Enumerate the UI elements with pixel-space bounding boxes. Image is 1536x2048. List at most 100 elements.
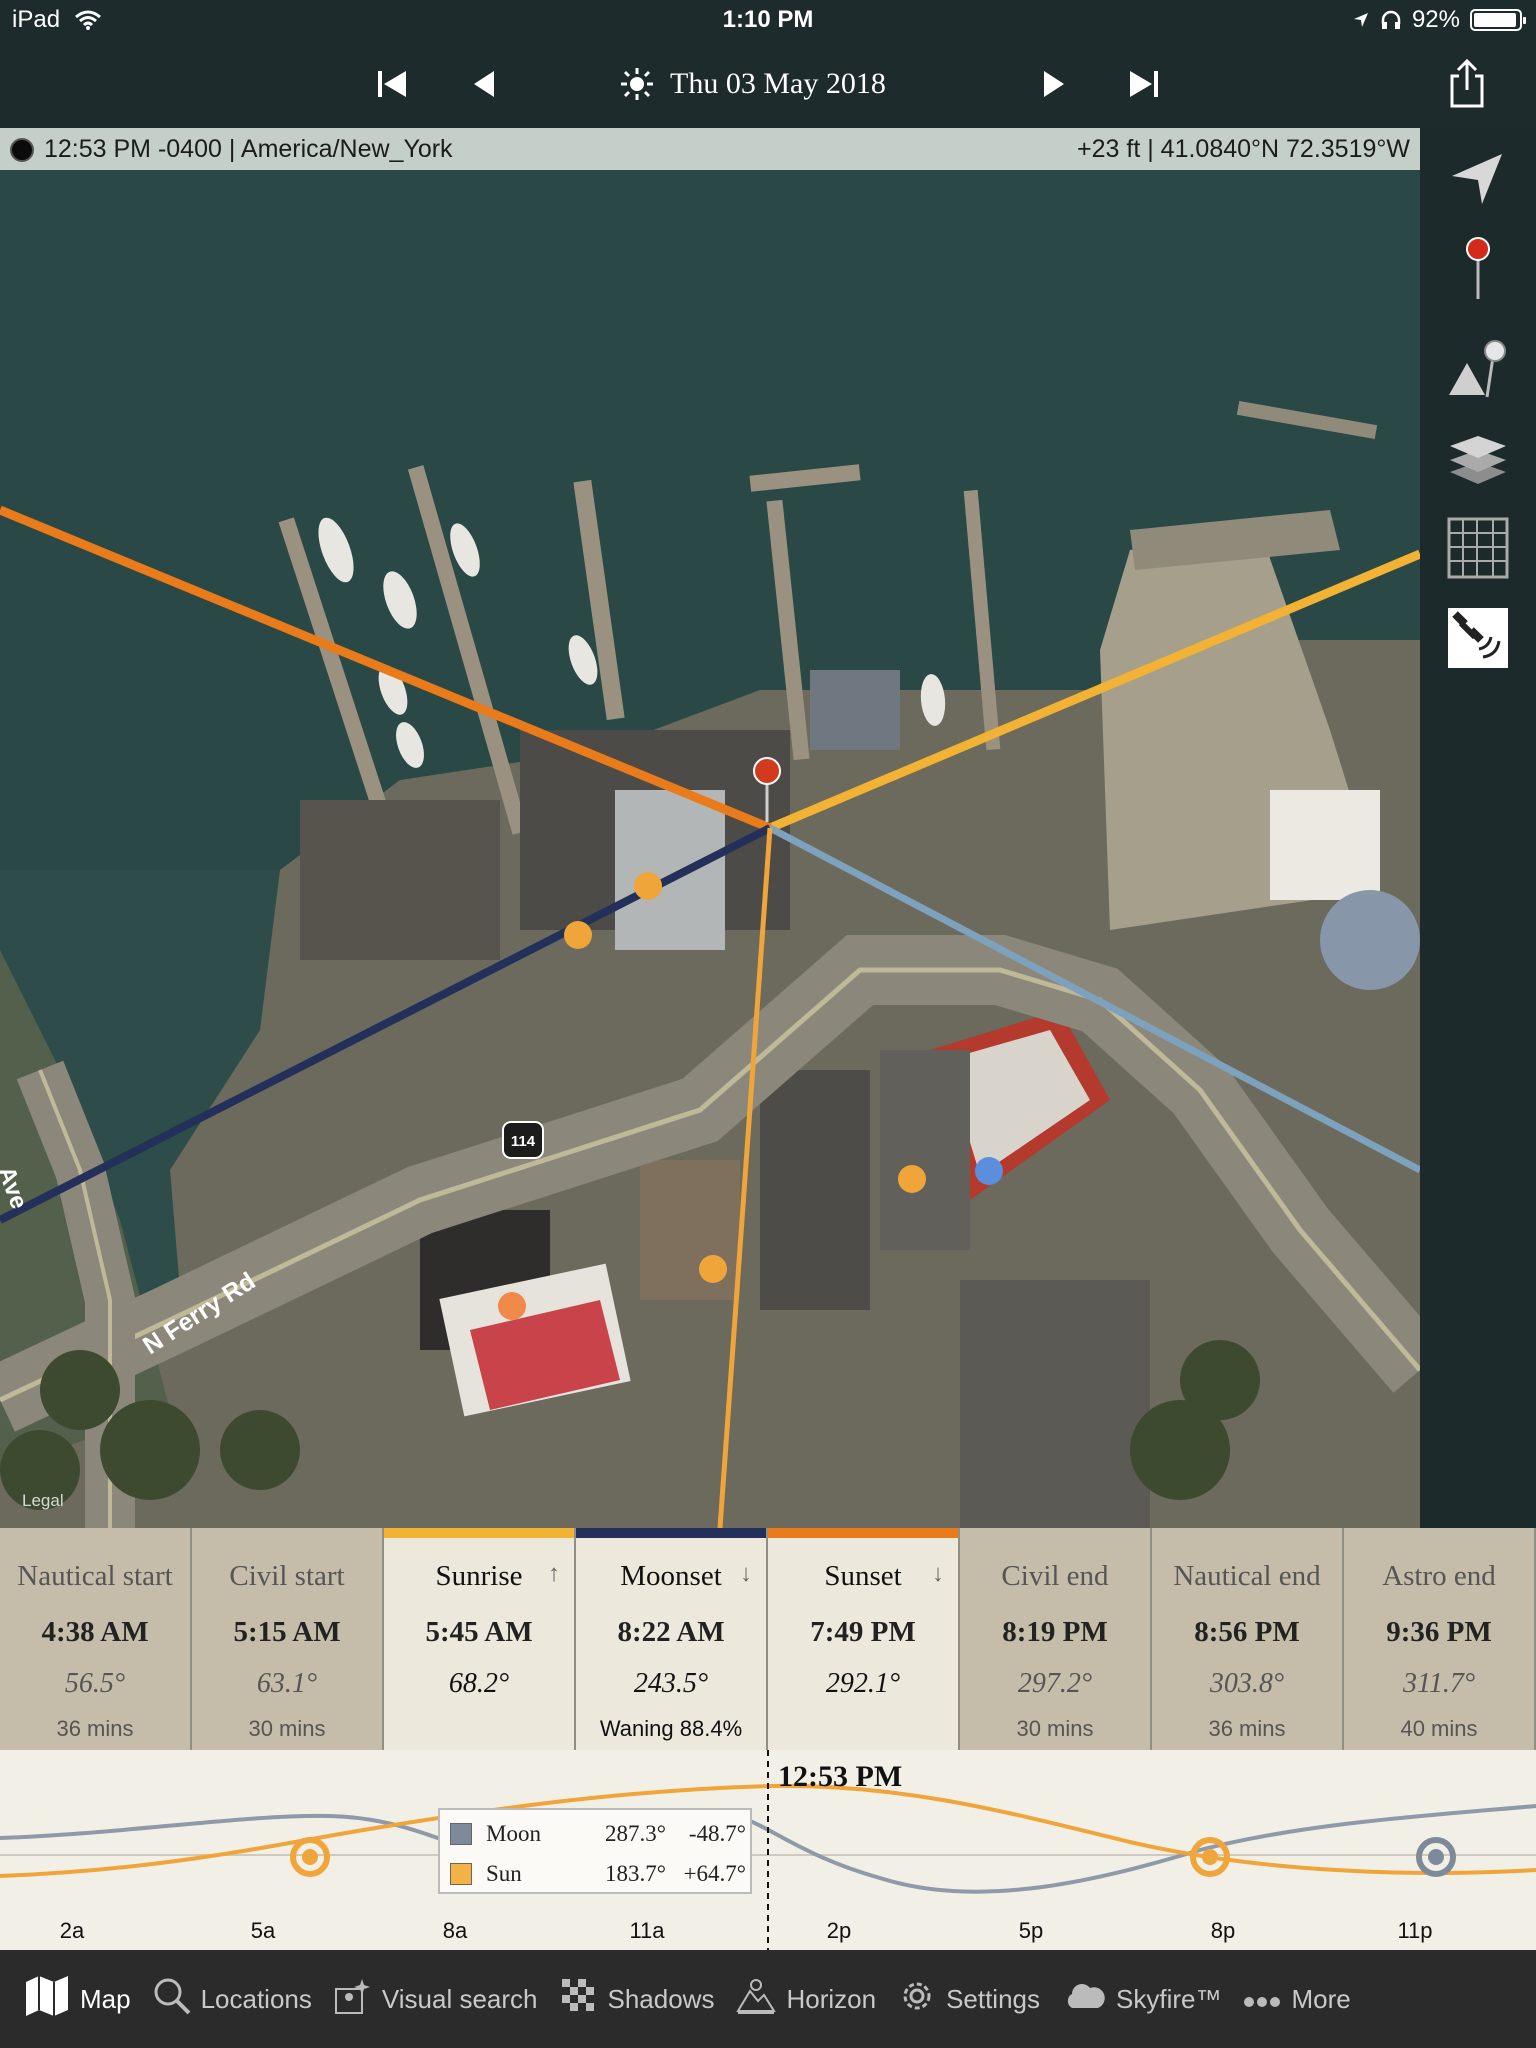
elevation-pin-icon: [1449, 340, 1506, 398]
fuel-icon: [975, 1157, 1003, 1185]
drop-pin-button[interactable]: [1442, 232, 1514, 304]
legal-link[interactable]: Legal: [22, 1491, 64, 1510]
headphones-icon: [1381, 10, 1401, 29]
event-cell[interactable]: Astro end 9:36 PM 311.7° 40 mins: [1344, 1528, 1536, 1750]
event-time: 5:15 AM: [233, 1616, 341, 1648]
layers-icon: [1450, 436, 1506, 484]
event-detail: 30 mins: [248, 1716, 326, 1741]
direction-arrow-icon: ↓: [932, 1560, 944, 1587]
legend-row: Moon 287.3° -48.7°: [450, 1816, 746, 1852]
legend-swatch: [450, 1863, 472, 1885]
status-time: 1:10 PM: [722, 6, 814, 33]
tab-visual-search[interactable]: Visual search: [334, 1950, 538, 2048]
satellite-button[interactable]: [1442, 602, 1514, 674]
shadows-icon: [560, 1977, 598, 2022]
graph-x-label: 2a: [60, 1918, 85, 1943]
tab-settings[interactable]: Settings: [898, 1950, 1040, 2048]
event-time: 8:19 PM: [1002, 1616, 1108, 1648]
event-cell[interactable]: Sunrise ↑ 5:45 AM 68.2°: [384, 1528, 576, 1750]
sun-icon: [621, 68, 653, 100]
event-azimuth: 303.8°: [1209, 1668, 1285, 1699]
elevation-pin-button[interactable]: [1442, 332, 1514, 404]
event-azimuth: 68.2°: [448, 1668, 510, 1699]
share-button[interactable]: [1442, 58, 1492, 110]
route-badge-text: 114: [511, 1133, 536, 1150]
first-day-button[interactable]: [370, 62, 414, 106]
event-azimuth: 56.5°: [64, 1668, 126, 1699]
event-title: Civil end: [1001, 1560, 1109, 1592]
route-shield-icon: 114: [502, 1121, 544, 1159]
event-color-bar: [576, 1528, 766, 1538]
event-detail: 36 mins: [1208, 1716, 1286, 1741]
graph-x-label: 5p: [1019, 1918, 1043, 1943]
grid-button[interactable]: [1442, 512, 1514, 584]
legend-azimuth: 287.3°: [605, 1821, 666, 1846]
search-icon: [153, 1977, 191, 2022]
more-icon: [1243, 1984, 1281, 2015]
battery-icon: [1470, 9, 1526, 31]
event-time: 7:49 PM: [810, 1616, 916, 1648]
visual-search-icon: [334, 1977, 372, 2022]
shopping-basket-icon: [898, 1165, 926, 1193]
navigation-arrow-icon: [1452, 154, 1502, 204]
legend-name: Sun: [486, 1861, 522, 1886]
share-icon: [1450, 58, 1484, 108]
tab-more[interactable]: More: [1243, 1950, 1351, 2048]
graph-legend: Moon 287.3° -48.7° Sun 183.7° +64.7°: [438, 1808, 752, 1894]
date-selector[interactable]: Thu 03 May 2018: [620, 62, 886, 106]
gear-icon: [898, 1977, 936, 2022]
next-day-button[interactable]: [1032, 62, 1076, 106]
cloud-icon: [1062, 1980, 1106, 2019]
event-detail: 36 mins: [56, 1716, 134, 1741]
poi-marker-icon: [634, 872, 662, 900]
direction-arrow-icon: ↑: [548, 1560, 560, 1587]
graph-x-label: 11a: [629, 1918, 665, 1943]
event-time: 8:22 AM: [617, 1616, 725, 1648]
tab-label: Locations: [200, 1983, 312, 2014]
event-cell[interactable]: Civil start 5:15 AM 63.1° 30 mins: [192, 1528, 384, 1750]
event-title: Nautical start: [17, 1560, 173, 1592]
last-day-button[interactable]: [1122, 62, 1166, 106]
navigation-button[interactable]: [1442, 142, 1514, 214]
event-time: 8:56 PM: [1194, 1616, 1300, 1648]
tab-label: Settings: [946, 1983, 1041, 2014]
tab-map[interactable]: Map: [24, 1950, 131, 2048]
tab-label: Horizon: [786, 1983, 877, 2014]
event-azimuth: 297.2°: [1017, 1668, 1093, 1699]
event-title: Astro end: [1382, 1560, 1496, 1592]
tab-horizon[interactable]: Horizon: [736, 1950, 876, 2048]
event-cell[interactable]: Moonset ↓ 8:22 AM 243.5° Waning 88.4%: [576, 1528, 768, 1750]
altitude-graph-svg: 2a 5a 8a 11a 2p 5p 8p 11p: [0, 1750, 1536, 1950]
event-color-bar: [384, 1528, 574, 1538]
event-azimuth: 63.1°: [256, 1668, 318, 1699]
graph-x-label: 5a: [251, 1918, 276, 1943]
event-cell[interactable]: Nautical start 4:38 AM 56.5° 36 mins: [0, 1528, 192, 1750]
tab-shadows[interactable]: Shadows: [560, 1950, 715, 2048]
event-time: 4:38 AM: [41, 1616, 149, 1648]
tab-locations[interactable]: Locations: [153, 1950, 312, 2048]
current-date: Thu 03 May 2018: [670, 67, 886, 100]
direction-arrow-icon: ↓: [740, 1560, 752, 1587]
event-title: Nautical end: [1173, 1560, 1321, 1592]
previous-day-button[interactable]: [462, 62, 506, 106]
altitude-graph[interactable]: 2a 5a 8a 11a 2p 5p 8p 11p: [0, 1750, 1536, 1950]
event-detail: Waning 88.4%: [599, 1716, 743, 1741]
event-cell[interactable]: Sunset ↓ 7:49 PM 292.1°: [768, 1528, 960, 1750]
layers-button[interactable]: [1442, 422, 1514, 494]
satellite-map: 114 N Ferry Rd Ave Legal: [0, 170, 1420, 1528]
tab-label: Skyfire™: [1116, 1983, 1222, 2014]
tab-skyfire[interactable]: Skyfire™: [1062, 1950, 1221, 2048]
event-cell[interactable]: Nautical end 8:56 PM 303.8° 36 mins: [1152, 1528, 1344, 1750]
location-pin-icon: [753, 757, 781, 785]
grid-icon: [1447, 517, 1509, 579]
legend-name: Moon: [486, 1821, 541, 1846]
tab-label: Shadows: [607, 1983, 715, 2014]
map-view[interactable]: 114 N Ferry Rd Ave Legal: [0, 170, 1420, 1528]
event-title: Sunset: [824, 1560, 902, 1592]
event-azimuth: 292.1°: [825, 1668, 901, 1699]
legend-altitude: +64.7°: [683, 1861, 746, 1886]
skip-forward-icon: [1130, 71, 1158, 97]
legend-azimuth: 183.7°: [605, 1861, 666, 1886]
event-cell[interactable]: Civil end 8:19 PM 297.2° 30 mins: [960, 1528, 1152, 1750]
restaurant-icon: [498, 1292, 526, 1320]
